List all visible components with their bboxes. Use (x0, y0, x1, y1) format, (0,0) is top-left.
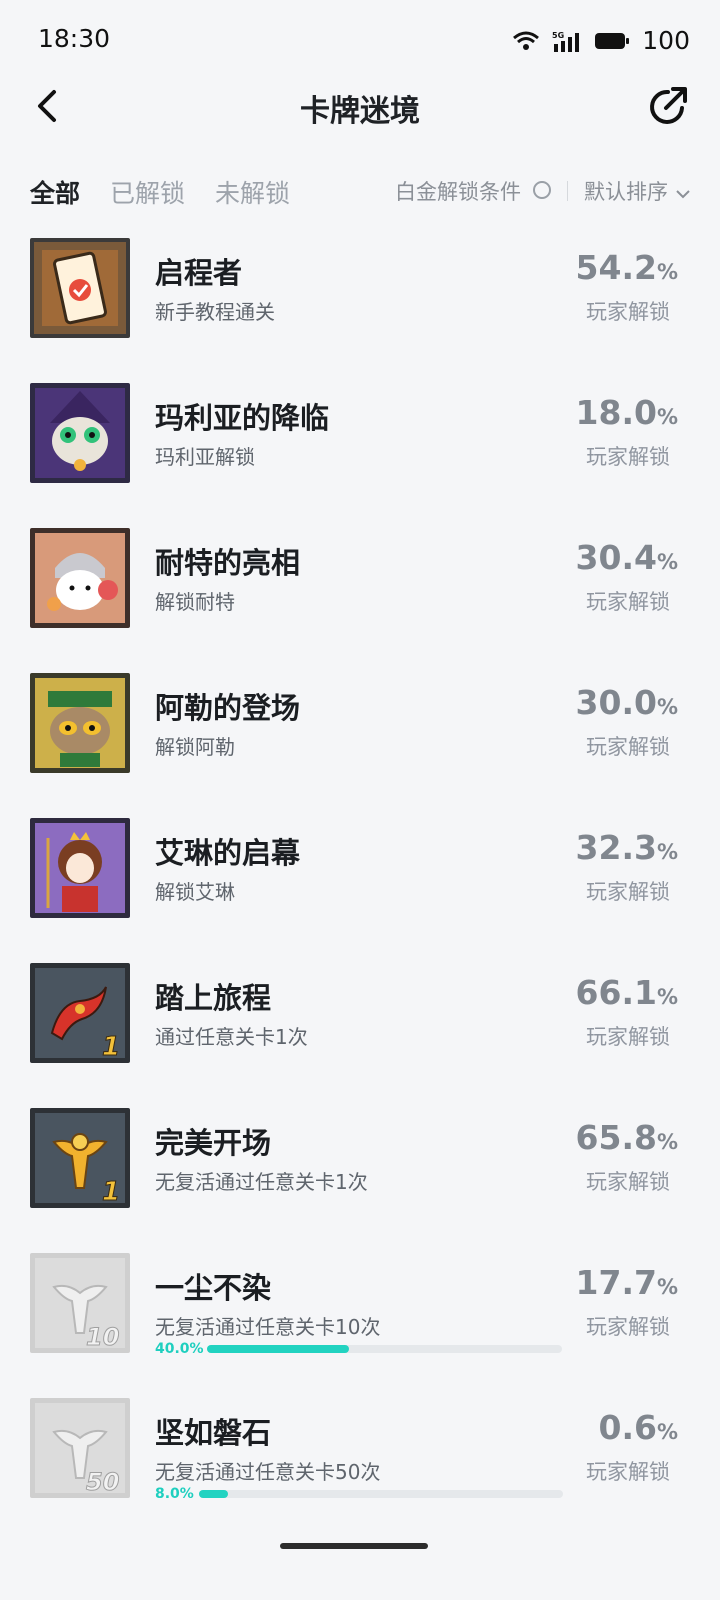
unlock-label: 玩家解锁 (586, 880, 670, 904)
witch-cat-icon (30, 383, 130, 483)
unlock-percent: 66.1% (575, 973, 678, 1012)
unlock-percent: 32.3% (575, 828, 678, 867)
progress-bar (207, 1345, 562, 1353)
achievement-name: 启程者 (155, 256, 243, 290)
sort-label: 默认排序 (584, 180, 668, 204)
achievement-desc: 新手教程通关 (155, 300, 275, 324)
unlock-percent: 18.0% (575, 393, 678, 432)
queen-icon (30, 818, 130, 918)
progress-fill (199, 1490, 229, 1498)
unlock-percent: 30.0% (575, 683, 678, 722)
gray-trophy-icon: 10 (30, 1253, 130, 1353)
unlock-percent: 30.4% (575, 538, 678, 577)
achievement-name: 艾琳的启幕 (155, 836, 301, 870)
unlock-percent: 0.6% (598, 1408, 678, 1447)
unlock-percent: 65.8% (575, 1118, 678, 1157)
list-item[interactable]: 1 踏上旅程 通过任意关卡1次 66.1% 玩家解锁 (0, 955, 720, 1100)
gray-trophy-icon: 50 (30, 1398, 130, 1498)
list-item[interactable]: 耐特的亮相 解锁耐特 30.4% 玩家解锁 (0, 520, 720, 665)
unlock-label: 玩家解锁 (586, 1025, 670, 1049)
battery-icon (595, 32, 630, 49)
unlock-label: 玩家解锁 (586, 1460, 670, 1484)
golden-trophy-icon: 1 (30, 1108, 130, 1208)
green-hat-cat-icon (30, 673, 130, 773)
achievement-name: 完美开场 (155, 1126, 272, 1160)
share-icon[interactable] (646, 84, 690, 128)
unlock-label: 玩家解锁 (586, 735, 670, 759)
unlock-label: 玩家解锁 (586, 590, 670, 614)
tab-unlocked[interactable]: 已解锁 (110, 174, 185, 210)
svg-text:1: 1 (102, 1177, 120, 1207)
divider (567, 181, 568, 201)
achievement-name: 踏上旅程 (155, 981, 272, 1015)
list-item[interactable]: 1 完美开场 无复活通过任意关卡1次 65.8% 玩家解锁 (0, 1100, 720, 1245)
progress-bar (199, 1490, 563, 1498)
achievement-name: 坚如磐石 (155, 1416, 272, 1450)
tab-all[interactable]: 全部 (30, 174, 80, 210)
achievement-desc: 解锁耐特 (155, 590, 235, 614)
achievement-name: 阿勒的登场 (155, 691, 301, 725)
list-item[interactable]: 玛利亚的降临 玛利亚解锁 18.0% 玩家解锁 (0, 375, 720, 520)
svg-text:5G: 5G (552, 31, 564, 40)
svg-text:10: 10 (86, 1323, 119, 1351)
battery-level: 100 (642, 26, 690, 55)
achievement-name: 玛利亚的降临 (155, 401, 330, 435)
achievement-name: 耐特的亮相 (155, 546, 301, 580)
platinum-condition-toggle[interactable]: 白金解锁条件 (395, 176, 551, 206)
unlock-label: 玩家解锁 (586, 1170, 670, 1194)
status-time: 18:30 (38, 24, 111, 53)
svg-text:1: 1 (102, 1032, 120, 1062)
unlock-label: 玩家解锁 (586, 300, 670, 324)
svg-text:50: 50 (86, 1468, 119, 1496)
list-item[interactable]: 阿勒的登场 解锁阿勒 30.0% 玩家解锁 (0, 665, 720, 810)
clipboard-icon (30, 238, 130, 338)
sort-dropdown[interactable]: 默认排序 (584, 176, 690, 206)
filter-controls: 白金解锁条件 默认排序 (395, 176, 690, 206)
signal-5g-icon: 5G (552, 31, 580, 52)
platinum-condition-label: 白金解锁条件 (395, 180, 521, 204)
achievement-list: 启程者 新手教程通关 54.2% 玩家解锁 玛利亚的降临 玛利亚解锁 18.0%… (0, 230, 720, 1535)
progress-text: 8.0% (155, 1486, 194, 1502)
achievement-desc: 通过任意关卡1次 (155, 1025, 308, 1049)
list-item[interactable]: 艾琳的启幕 解锁艾琳 32.3% 玩家解锁 (0, 810, 720, 955)
tab-locked[interactable]: 未解锁 (215, 174, 290, 210)
achievement-desc: 无复活通过任意关卡50次 (155, 1460, 381, 1484)
top-app-bar: 卡牌迷境 (0, 80, 720, 160)
progress-fill (207, 1345, 349, 1353)
chevron-down-icon (676, 190, 690, 199)
list-item[interactable]: 50 坚如磐石 无复活通过任意关卡50次 8.0% 0.6% 玩家解锁 (0, 1390, 720, 1535)
radio-circle-icon (533, 181, 551, 199)
home-indicator[interactable] (280, 1543, 428, 1549)
unlock-percent: 17.7% (575, 1263, 678, 1302)
status-bar: 18:30 5G 100 (0, 0, 720, 80)
achievement-desc: 解锁阿勒 (155, 735, 235, 759)
unlock-percent: 54.2% (575, 248, 678, 287)
progress-text: 40.0% (155, 1341, 204, 1357)
progress-indicator: 8.0% (155, 1486, 563, 1502)
achievement-desc: 玛利亚解锁 (155, 445, 255, 469)
unlock-label: 玩家解锁 (586, 1315, 670, 1339)
achievement-desc: 无复活通过任意关卡10次 (155, 1315, 381, 1339)
list-item[interactable]: 启程者 新手教程通关 54.2% 玩家解锁 (0, 230, 720, 375)
knight-cat-icon (30, 528, 130, 628)
flag-icon: 1 (30, 963, 130, 1063)
achievement-name: 一尘不染 (155, 1271, 272, 1305)
progress-indicator: 40.0% (155, 1341, 562, 1357)
unlock-label: 玩家解锁 (586, 445, 670, 469)
list-item[interactable]: 10 一尘不染 无复活通过任意关卡10次 40.0% 17.7% 玩家解锁 (0, 1245, 720, 1390)
wifi-icon (513, 31, 540, 50)
achievement-desc: 无复活通过任意关卡1次 (155, 1170, 368, 1194)
achievement-desc: 解锁艾琳 (155, 880, 235, 904)
page-title: 卡牌迷境 (300, 94, 420, 129)
filter-tabs: 全部 已解锁 未解锁 (30, 174, 290, 210)
